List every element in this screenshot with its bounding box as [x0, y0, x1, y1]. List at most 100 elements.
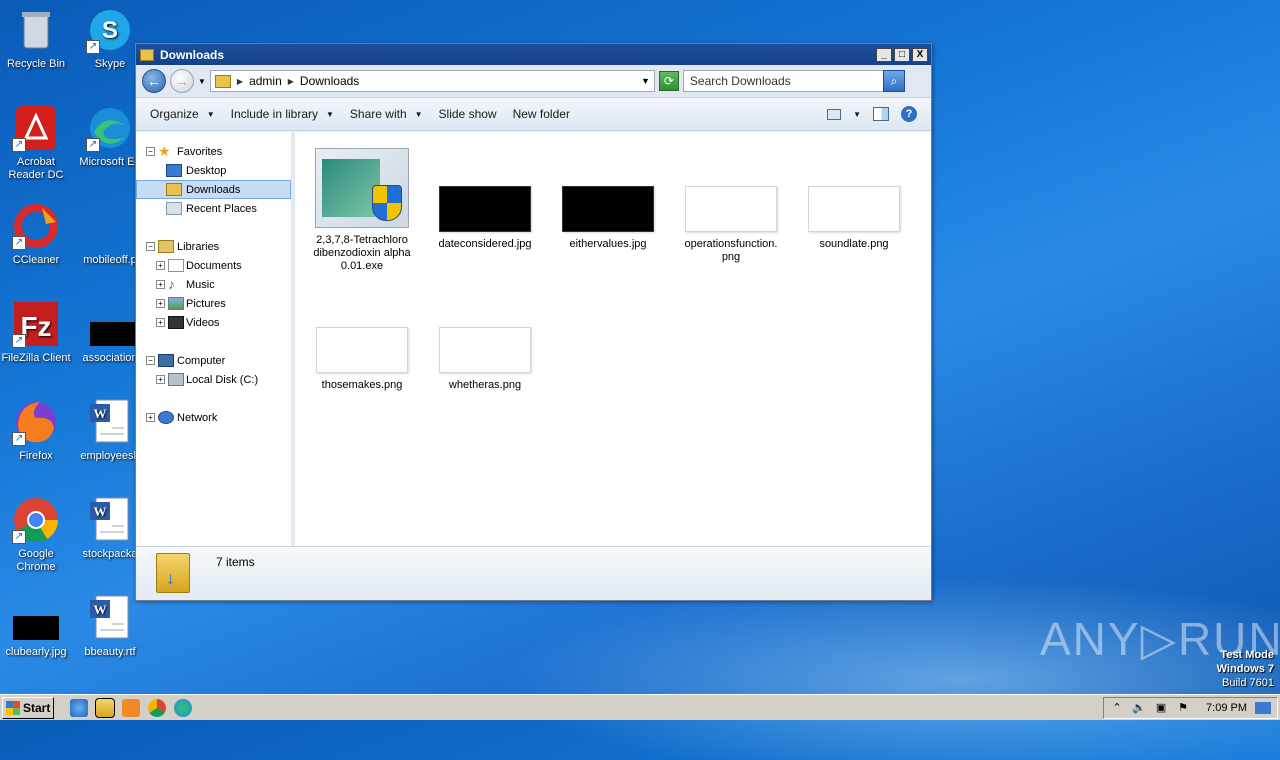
show-hidden-icons-icon[interactable]: ⌃: [1110, 701, 1124, 715]
share-with-button[interactable]: Share with ▼: [342, 107, 431, 121]
expand-icon[interactable]: +: [156, 318, 165, 327]
folder-icon: [214, 74, 231, 88]
breadcrumb-arrow-icon[interactable]: ▶: [288, 77, 294, 86]
nav-documents[interactable]: + Documents: [136, 256, 291, 275]
file-item[interactable]: 2,3,7,8-Tetrachloro dibenzodioxin alpha …: [307, 148, 417, 273]
recent-pages-chevron-icon[interactable]: ▼: [198, 77, 206, 86]
nav-favorites[interactable]: − ★ Favorites: [136, 142, 291, 161]
desktop-icon-chrome[interactable]: ↗ Google Chrome: [0, 496, 74, 574]
chrome-taskbar-icon[interactable]: [148, 698, 166, 717]
collapse-icon[interactable]: −: [146, 147, 155, 156]
nav-local-disk[interactable]: + Local Disk (C:): [136, 370, 291, 389]
file-name: operationsfunction.: [684, 238, 778, 250]
edge-taskbar-icon[interactable]: [174, 698, 192, 717]
help-icon[interactable]: ?: [901, 106, 917, 122]
minimize-button[interactable]: _: [876, 47, 892, 62]
file-name: png: [721, 251, 741, 263]
preview-pane-icon[interactable]: [873, 107, 889, 121]
expand-icon[interactable]: +: [156, 280, 165, 289]
expand-icon[interactable]: +: [146, 413, 155, 422]
desktop-icon-ccleaner[interactable]: ↗ CCleaner: [0, 202, 74, 267]
nav-libraries[interactable]: − Libraries: [136, 237, 291, 256]
desktop-icon-acrobat[interactable]: ↗ Acrobat Reader DC: [0, 104, 74, 182]
volume-icon[interactable]: 🔈: [1132, 701, 1146, 715]
desktop-icon-label: Recycle Bin: [6, 58, 66, 70]
view-options-chevron-icon[interactable]: ▼: [853, 110, 861, 119]
file-name: thosemakes.png: [321, 379, 403, 391]
action-center-flag-icon[interactable]: ⚑: [1176, 701, 1190, 715]
window-title: Downloads: [160, 47, 225, 62]
desktop-icon-label: FileZilla Client: [1, 352, 71, 364]
nav-network[interactable]: + Network: [136, 408, 291, 427]
change-view-icon[interactable]: [827, 108, 842, 120]
desktop-icon-clubearly[interactable]: clubearly.jpg: [0, 594, 74, 659]
breadcrumb-downloads[interactable]: Downloads: [300, 74, 359, 88]
refresh-button[interactable]: ⟳: [658, 71, 679, 91]
maximize-button[interactable]: □: [894, 47, 910, 62]
desktop-icon-filezilla[interactable]: Fz ↗ FileZilla Client: [0, 300, 74, 365]
image-thumbnail: [439, 327, 531, 373]
nav-desktop[interactable]: Desktop: [136, 161, 291, 180]
file-item[interactable]: operationsfunction. png: [676, 186, 786, 264]
svg-text:W: W: [94, 504, 107, 519]
file-item[interactable]: whetheras.png: [430, 327, 540, 392]
breadcrumb[interactable]: ▶ admin ▶ Downloads ▼: [209, 70, 655, 92]
chevron-down-icon: ▼: [326, 109, 334, 119]
breadcrumb-arrow-icon[interactable]: ▶: [237, 77, 243, 86]
nav-label: Desktop: [186, 164, 227, 177]
show-desktop-icon[interactable]: [1255, 701, 1271, 714]
collapse-icon[interactable]: −: [146, 242, 155, 251]
nav-pictures[interactable]: + Pictures: [136, 294, 291, 313]
downloads-folder-icon: ↓: [156, 553, 190, 593]
build-label: Build 7601: [1222, 677, 1274, 689]
nav-downloads[interactable]: Downloads: [136, 180, 291, 199]
os-label: Windows 7: [1216, 663, 1274, 675]
back-button[interactable]: ←: [142, 69, 166, 93]
shortcut-arrow-icon: ↗: [12, 236, 26, 250]
recent-places-icon: [166, 202, 182, 215]
internet-explorer-icon[interactable]: [70, 698, 88, 717]
quick-launch: [70, 697, 192, 718]
file-item[interactable]: thosemakes.png: [307, 327, 417, 392]
forward-button[interactable]: →: [170, 69, 194, 93]
include-in-library-button[interactable]: Include in library ▼: [223, 107, 342, 121]
nav-computer[interactable]: − Computer: [136, 351, 291, 370]
clock[interactable]: 7:09 PM: [1206, 702, 1247, 714]
new-folder-button[interactable]: New folder: [505, 107, 578, 121]
expand-icon[interactable]: +: [156, 375, 165, 384]
window-titlebar[interactable]: Downloads _ □ X: [136, 44, 931, 65]
breadcrumb-admin[interactable]: admin: [249, 74, 282, 88]
nav-label: Local Disk (C:): [186, 373, 259, 386]
explorer-content: − ★ Favorites Desktop Downloads Recent P…: [136, 132, 931, 546]
file-item[interactable]: eithervalues.jpg: [553, 186, 663, 251]
desktop-icon-firefox[interactable]: ↗ Firefox: [0, 398, 74, 463]
explorer-taskbar-icon[interactable]: [95, 697, 115, 718]
organize-button[interactable]: Organize ▼: [142, 107, 223, 121]
nav-label: Downloads: [186, 183, 241, 196]
file-item[interactable]: dateconsidered.jpg: [430, 186, 540, 251]
expand-icon[interactable]: +: [156, 299, 165, 308]
desktop-icon-label: Google Chrome: [16, 548, 56, 573]
recycle-bin-icon: [12, 6, 60, 54]
desktop-icon-recycle-bin[interactable]: Recycle Bin: [0, 6, 74, 71]
desktop-icon-label: clubearly.jpg: [5, 646, 67, 658]
nav-label: Pictures: [186, 297, 226, 310]
collapse-icon[interactable]: −: [146, 356, 155, 365]
nav-music[interactable]: + ♪ Music: [136, 275, 291, 294]
search-input[interactable]: Search Downloads ⌕: [682, 70, 905, 92]
search-icon[interactable]: ⌕: [882, 70, 905, 92]
nav-videos[interactable]: + Videos: [136, 313, 291, 332]
slide-show-button[interactable]: Slide show: [431, 107, 505, 121]
expand-icon[interactable]: +: [156, 261, 165, 270]
nav-recent-places[interactable]: Recent Places: [136, 199, 291, 218]
close-button[interactable]: X: [912, 47, 928, 62]
desktop-icon-label: bbeauty.rtf: [84, 646, 136, 658]
navigation-pane: − ★ Favorites Desktop Downloads Recent P…: [136, 132, 295, 546]
folder-icon: [140, 48, 154, 61]
address-dropdown-icon[interactable]: ▼: [641, 76, 650, 86]
desktop-icon-bbeauty[interactable]: W bbeauty.rtf: [72, 594, 148, 659]
network-tray-icon[interactable]: ▣: [1154, 701, 1168, 715]
media-player-icon[interactable]: [122, 698, 140, 717]
file-item[interactable]: soundlate.png: [799, 186, 909, 251]
start-button[interactable]: Start: [2, 696, 54, 719]
